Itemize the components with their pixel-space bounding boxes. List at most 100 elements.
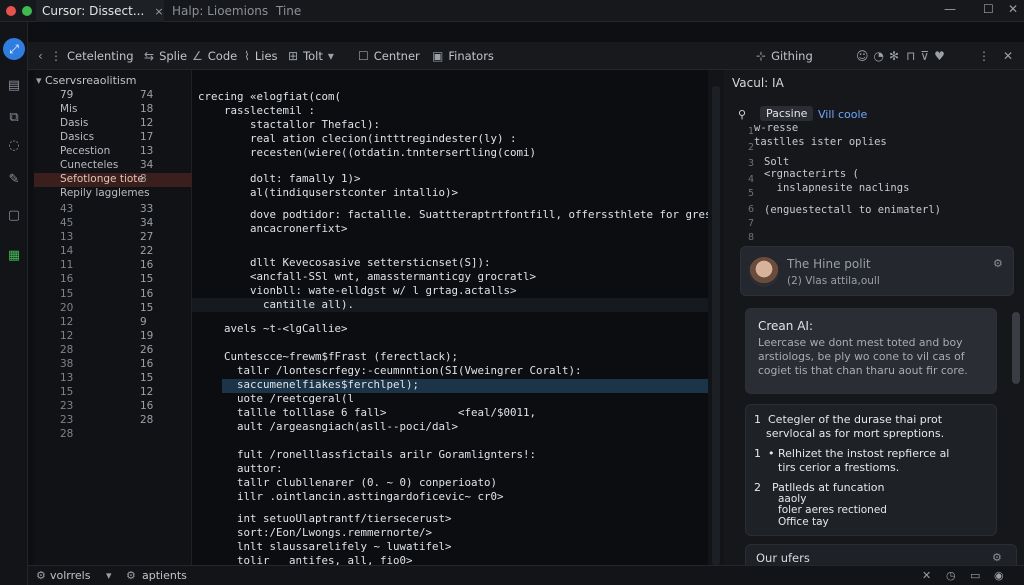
chevron-down-icon[interactable]: ▾ [106,569,112,582]
search-icon[interactable]: ⚲ [738,108,746,121]
screen-icon[interactable]: ▭ [970,569,980,582]
code-line[interactable]: tallle tolllase 6 fall> <feal/$0011, [198,406,536,420]
cursor-logo-icon[interactable]: ⤢ [3,38,25,60]
code-line[interactable]: rasslectemil : [198,104,315,118]
outline-row[interactable]: 20 15 [34,302,192,316]
outline-row[interactable]: Repily lagglemes [34,187,192,201]
gear-icon[interactable]: ✻ [889,49,899,63]
outline-row[interactable]: Mis 18 [34,103,192,117]
outline-row[interactable]: 12 9 [34,316,192,330]
back-button[interactable]: ‹ [38,42,43,70]
outline-header[interactable]: ▾ Cservsreaolitism [36,74,136,87]
code-editor[interactable]: crecing «elogfiat(com( rasslectemil : st… [192,70,744,567]
code-line[interactable]: real ation clecion(intttregindester(ly) … [198,132,517,146]
scrollbar-thumb[interactable] [712,86,720,565]
tab-tine[interactable]: Tine [276,0,301,22]
maximize-icon[interactable]: ☐ [983,2,994,16]
comment-icon[interactable]: ▢ [5,206,23,224]
toolbar-item-splie[interactable]: ⇆ Splie [144,42,187,70]
tab-cursor-dissect[interactable]: Cursor: Dissect... × [36,0,164,22]
code-line[interactable]: Cuntescce~frewm$fFrast (ferectlack); [198,350,458,364]
toolbar-item-cetelenting[interactable]: ⋮ Cetelenting [50,42,134,70]
close-icon[interactable]: ✕ [922,569,931,582]
code-line[interactable]: al(tindiquserstconter intallio)> [198,186,458,200]
outline-row[interactable]: 11 16 [34,259,192,273]
status-right[interactable]: aptients [142,569,187,582]
code-line[interactable]: sort:/Eon/Lwongs.remmernorte/> [198,526,432,540]
outline-row[interactable]: 12 19 [34,330,192,344]
close-window-button[interactable] [6,6,16,16]
code-line[interactable]: illr .ointlancin.asttingardoficevic~ cr0… [198,490,504,504]
code-line[interactable]: tallr clubllenarer (0. ~ 0) conperioato) [198,476,497,490]
outline-row[interactable]: 28 26 [34,344,192,358]
settings-icon[interactable]: ⚙ [992,551,1002,564]
toolbar-item-tolt[interactable]: ⊞ Tolt ▾ [288,42,334,70]
heart-icon[interactable]: ♥ [934,49,945,63]
profile-card[interactable]: The Hine polit (2) Vlas attila,oull ⚙ [740,246,1014,296]
toolbar-item-lies[interactable]: ⌇ Lies [244,42,278,70]
code-line[interactable]: auttor: [198,462,283,476]
toolbar-item-githing[interactable]: ⊹ Githing [756,42,813,70]
editor-scrollbar[interactable] [708,70,724,565]
emoji-icon[interactable]: ☺ [856,49,869,63]
code-line[interactable]: ault /argeasngiach(asll--poci/dal> [198,420,458,434]
code-line[interactable]: uote /reetcgeral(l [198,392,354,406]
code-line[interactable]: dove podtidor: factallle. Suattteraptrtf… [198,208,744,222]
more-menu[interactable]: ⋮ ✕ [978,42,1013,70]
outline-row[interactable]: Pecestion 13 [34,145,192,159]
outline-row[interactable]: Sefotlonge tiote 8 [34,173,192,187]
code-line[interactable]: dllt Kevecosasive settersticnset(S]): [198,256,491,270]
history-icon[interactable]: ◔ [874,49,884,63]
code-line[interactable]: tallr /lontescrfegy:-ceumnntion(SI(Vwein… [198,364,582,378]
filter-icon[interactable]: ⊽ [920,49,929,63]
status-left[interactable]: volrrels [50,569,90,582]
outline-row[interactable]: 14 22 [34,245,192,259]
code-line[interactable]: fult /ronelllassfictails arilr Goramlign… [198,448,536,462]
files-icon[interactable]: ⧉ [5,108,23,126]
panel-scrollbar-thumb[interactable] [1012,312,1020,384]
tab-pacsine[interactable]: Pacsine [760,106,814,121]
code-line[interactable]: cantille all). [198,298,354,312]
settings-icon[interactable]: ⚙ [126,569,136,582]
tab-halp[interactable]: Halp: Lioemions [172,0,268,22]
settings-icon[interactable]: ⚙ [993,257,1003,270]
outline-row[interactable]: 16 15 [34,273,192,287]
bell-icon[interactable]: ◉ [994,569,1004,582]
outline-row[interactable]: 28 [34,428,192,442]
close-icon[interactable]: × [154,5,163,18]
code-line[interactable]: vionbll: wate-elldgst w/ l grtag.actalls… [198,284,517,298]
code-line[interactable]: dolt: famally 1)> [198,172,361,186]
code-line[interactable]: ancacronerfixt> [198,222,348,236]
outline-row[interactable]: Cunecteles 34 [34,159,192,173]
outline-row[interactable]: 23 16 [34,400,192,414]
outline-row[interactable]: 13 27 [34,231,192,245]
outline-row[interactable]: 43 33 [34,203,192,217]
toolbar-item-centner[interactable]: ☐ Centner [358,42,420,70]
code-line[interactable]: stactallor Thefacl): [198,118,380,132]
code-line[interactable]: avels ~t-<lgCallie> [198,322,348,336]
gear-icon[interactable]: ⚙ [36,569,46,582]
outline-row[interactable]: Dasis 12 [34,117,192,131]
toolbar-item-code[interactable]: ∠ Code [192,42,237,70]
sync-icon[interactable]: ◷ [946,569,956,582]
outline-row[interactable]: 23 28 [34,414,192,428]
minimize-icon[interactable]: — [944,2,956,16]
maximize-window-button[interactable] [22,6,32,16]
outline-row[interactable]: 15 16 [34,288,192,302]
code-line[interactable]: saccumenelfiakes$ferchlpel); [198,378,419,392]
outline-row[interactable]: 13 15 [34,372,192,386]
code-line[interactable]: recesten(wiere((otdatin.tnntersertling(c… [198,146,536,160]
close-window-icon[interactable]: ✕ [1008,2,1018,16]
extension-icon[interactable]: ▦ [5,246,23,264]
outline-row[interactable]: 45 34 [34,217,192,231]
chat-icon[interactable]: ◌ [5,136,23,154]
code-line[interactable]: <ancfall-SSl wnt, amasstermanticgy grocr… [198,270,536,284]
explorer-icon[interactable]: ▤ [5,76,23,94]
vill-coole-link[interactable]: Vill coole [818,108,867,121]
toolbar-item-finators[interactable]: ▣ Finators [432,42,494,70]
create-ai-card[interactable]: Crean AI: Leercase we dont mest toted an… [745,308,997,394]
outline-row[interactable]: 79 74 [34,89,192,103]
code-line[interactable]: lnlt slaussarelifely ~ luwatifel> [198,540,452,554]
outline-row[interactable]: 15 12 [34,386,192,400]
outline-row[interactable]: 38 16 [34,358,192,372]
